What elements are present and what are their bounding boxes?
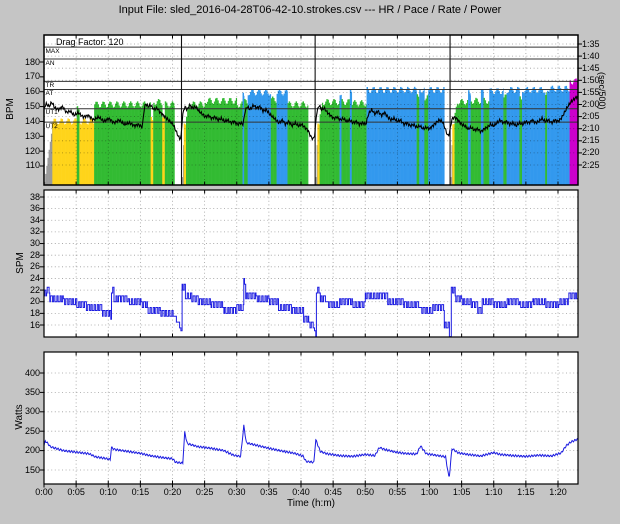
- time-tick: 0:10: [94, 488, 122, 497]
- pace-tick: 2:10: [582, 124, 600, 133]
- time-tick: 0:15: [126, 488, 154, 497]
- watts-tick: 250: [14, 427, 40, 436]
- pace-tick: 2:20: [582, 148, 600, 157]
- time-tick: 0:35: [255, 488, 283, 497]
- time-tick: 0:55: [383, 488, 411, 497]
- pace-tick: 1:45: [582, 64, 600, 73]
- zone-label-ut2: UT2: [46, 124, 58, 131]
- bpm-tick: 110: [14, 161, 40, 170]
- time-tick: 1:10: [480, 488, 508, 497]
- bpm-tick: 170: [14, 72, 40, 81]
- spm-tick: 26: [22, 262, 40, 271]
- watts-tick: 150: [14, 466, 40, 475]
- spm-tick: 18: [22, 309, 40, 318]
- pace-tick: 1:35: [582, 40, 600, 49]
- zone-label-max: MAX: [46, 49, 60, 56]
- pace-tick: 2:25: [582, 161, 600, 170]
- watts-tick: 200: [14, 446, 40, 455]
- spm-tick: 20: [22, 297, 40, 306]
- drag-factor-label: Drag Factor: 120: [56, 38, 124, 47]
- time-tick: 0:00: [30, 488, 58, 497]
- time-tick: 1:20: [544, 488, 572, 497]
- time-tick: 0:45: [319, 488, 347, 497]
- watts-tick: 400: [14, 369, 40, 378]
- pace-tick: 2:05: [582, 112, 600, 121]
- pace-tick: 2:00: [582, 100, 600, 109]
- time-tick: 0:05: [62, 488, 90, 497]
- zone-label-tr: TR: [46, 83, 55, 90]
- time-tick: 0:40: [287, 488, 315, 497]
- spm-tick: 36: [22, 204, 40, 213]
- spm-tick: 38: [22, 193, 40, 202]
- time-tick: 0:50: [351, 488, 379, 497]
- spm-tick: 22: [22, 286, 40, 295]
- time-tick: 0:20: [159, 488, 187, 497]
- spm-tick: 34: [22, 216, 40, 225]
- zone-label-an: AN: [46, 61, 55, 68]
- bpm-tick: 140: [14, 117, 40, 126]
- pace-tick: 1:50: [582, 76, 600, 85]
- hr-pace-rate-power-chart: [0, 0, 620, 524]
- spm-tick: 16: [22, 321, 40, 330]
- watts-tick: 350: [14, 388, 40, 397]
- time-axis-label: Time (h:m): [211, 499, 411, 509]
- time-tick: 1:00: [416, 488, 444, 497]
- time-tick: 1:05: [448, 488, 476, 497]
- bpm-tick: 180: [14, 58, 40, 67]
- bpm-tick: 160: [14, 87, 40, 96]
- plot-page: Input File: sled_2016-04-28T06-42-10.str…: [0, 0, 620, 524]
- zone-label-at: AT: [46, 91, 54, 98]
- spm-tick: 28: [22, 251, 40, 260]
- time-tick: 0:25: [191, 488, 219, 497]
- bpm-tick: 130: [14, 132, 40, 141]
- time-tick: 0:30: [223, 488, 251, 497]
- zone-label-ut1: UT1: [46, 110, 58, 117]
- chart-title: Input File: sled_2016-04-28T06-42-10.str…: [0, 5, 620, 16]
- spm-tick: 32: [22, 227, 40, 236]
- bpm-tick: 150: [14, 102, 40, 111]
- pace-tick: 1:55: [582, 88, 600, 97]
- pace-tick: 1:40: [582, 52, 600, 61]
- watts-tick: 300: [14, 407, 40, 416]
- bpm-tick: 120: [14, 147, 40, 156]
- pace-tick: 2:15: [582, 136, 600, 145]
- spm-tick: 24: [22, 274, 40, 283]
- time-tick: 1:15: [512, 488, 540, 497]
- spm-tick: 30: [22, 239, 40, 248]
